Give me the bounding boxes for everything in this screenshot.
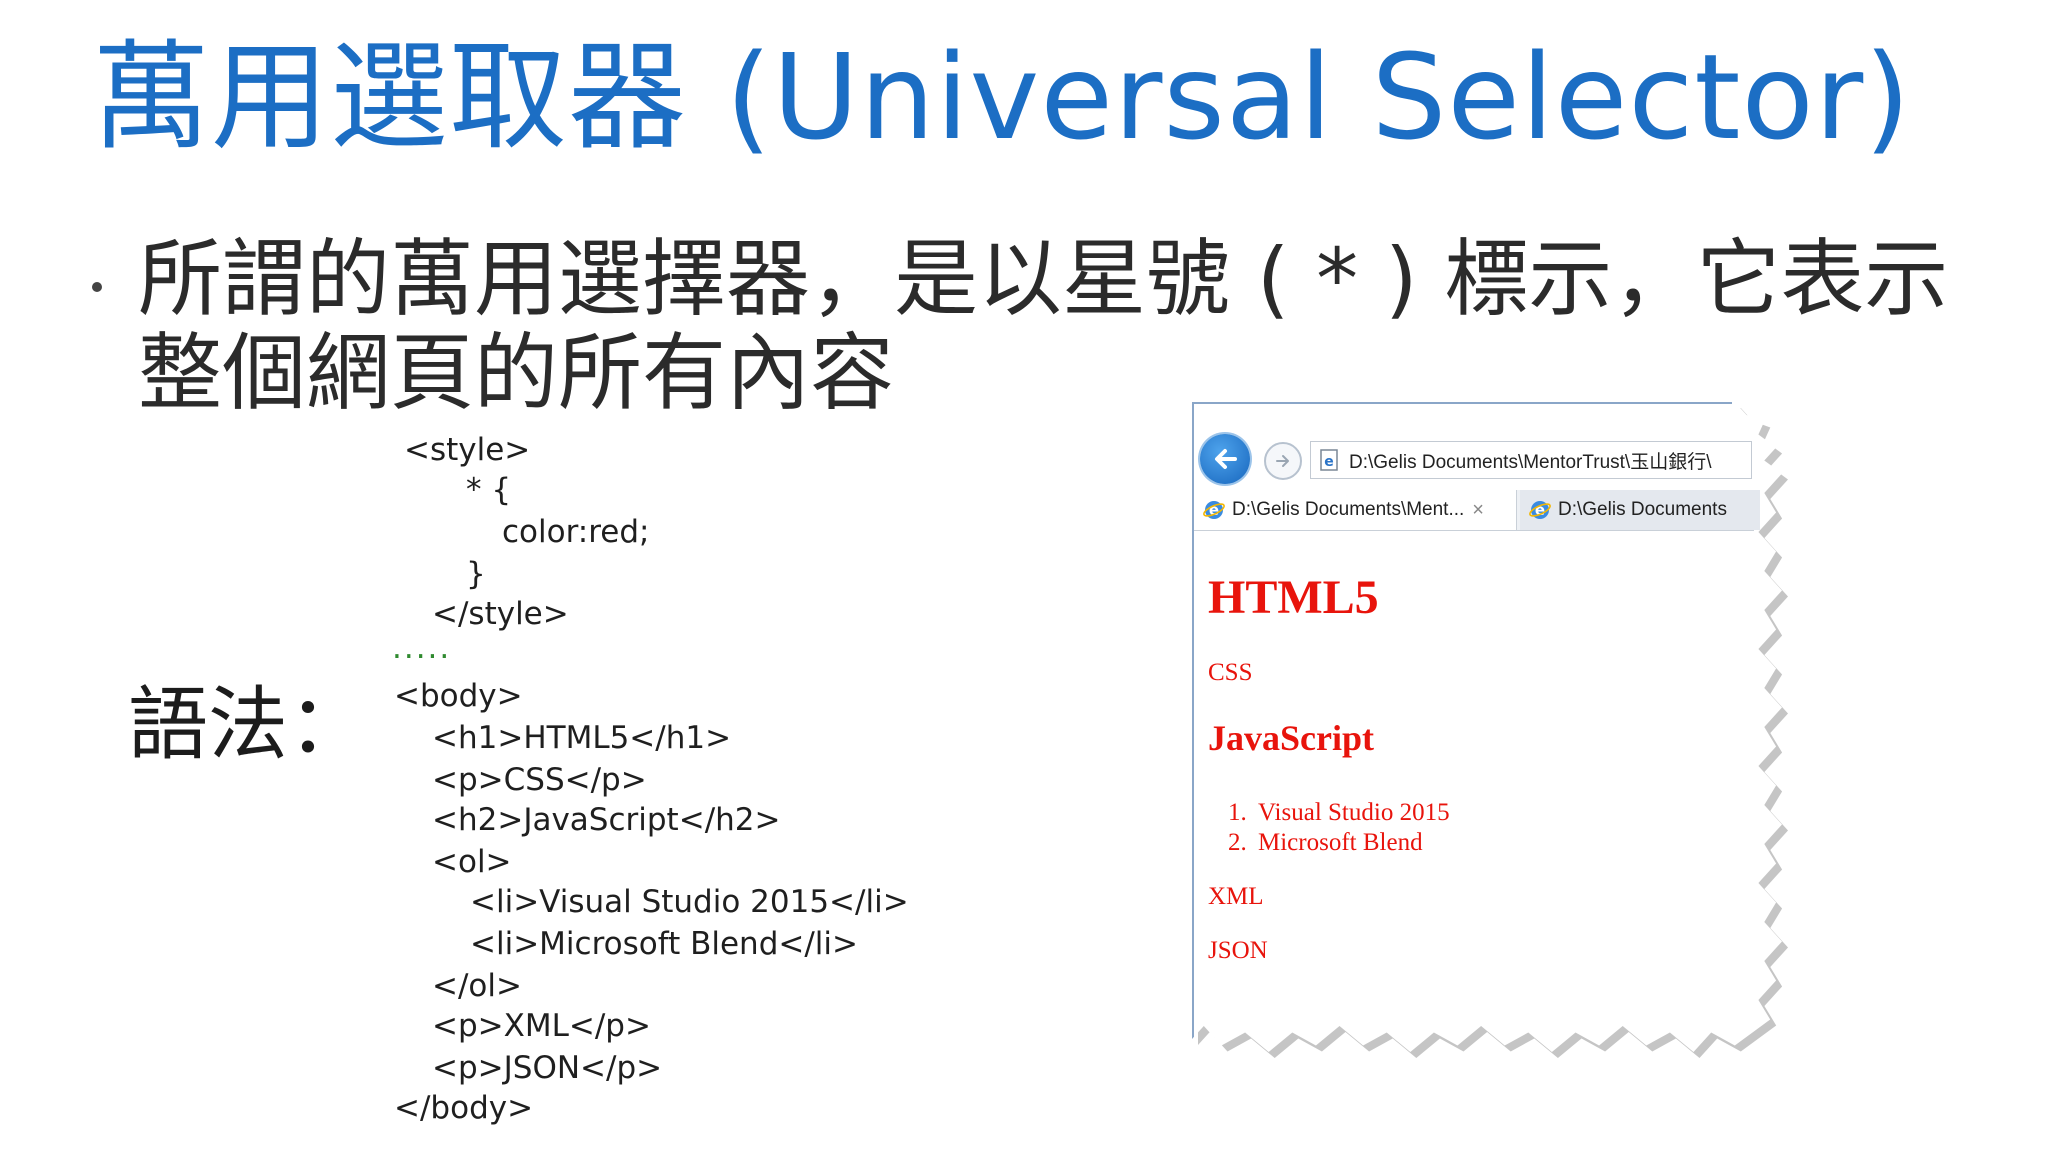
ie-icon: e [1529, 501, 1551, 519]
list-item: Microsoft Blend [1258, 829, 1423, 856]
code-line: <p>JSON</p> [432, 1050, 663, 1086]
code-line: </style> [432, 596, 569, 632]
code-line: <ol> [432, 844, 512, 880]
code-line: <li>Visual Studio 2015</li> [470, 884, 909, 920]
browser-window: e D:\Gelis Documents\MentorTrust\玉山銀行\ e… [1192, 402, 1782, 1052]
code-line: <body> [394, 678, 523, 714]
page-heading-h1: HTML5 [1208, 571, 1379, 624]
code-ellipsis: ..... [392, 630, 452, 666]
code-line: <style> [404, 432, 531, 468]
browser-nav-bar: e D:\Gelis Documents\MentorTrust\玉山銀行\ [1194, 432, 1754, 488]
code-line: } [466, 556, 486, 592]
code-line: * { [466, 472, 512, 508]
list-number: 2. [1228, 829, 1247, 856]
page-paragraph-css: CSS [1208, 659, 1253, 686]
syntax-label: 語法： [128, 678, 368, 771]
code-line: color:red; [502, 514, 650, 550]
svg-text:e: e [1324, 454, 1334, 470]
address-bar[interactable]: e D:\Gelis Documents\MentorTrust\玉山銀行\ [1310, 441, 1752, 479]
bullet-dot [92, 282, 102, 292]
tab-label: D:\Gelis Documents\Ment... [1232, 499, 1465, 520]
page-paragraph-xml: XML [1208, 883, 1264, 910]
page-heading-h2: JavaScript [1208, 718, 1374, 758]
code-line: <h1>HTML5</h1> [432, 720, 732, 756]
tab-active[interactable]: e D:\Gelis Documents\Ment... × [1194, 490, 1517, 530]
tab-inactive[interactable]: e D:\Gelis Documents [1520, 490, 1760, 530]
arrow-right-icon [1276, 455, 1289, 467]
code-line: <h2>JavaScript</h2> [432, 802, 781, 838]
list-item: Visual Studio 2015 [1258, 799, 1450, 826]
code-line: <p>XML</p> [432, 1008, 651, 1044]
slide-title: 萬用選取器 (Universal Selector) [92, 28, 1912, 166]
page-icon: e [1320, 449, 1338, 471]
list-number: 1. [1228, 799, 1247, 826]
back-button[interactable] [1200, 434, 1250, 484]
browser-screenshot: e D:\Gelis Documents\MentorTrust\玉山銀行\ e… [1192, 402, 1792, 1062]
address-text: D:\Gelis Documents\MentorTrust\玉山銀行\ [1349, 451, 1712, 473]
code-line: <p>CSS</p> [432, 762, 647, 798]
tab-label: D:\Gelis Documents [1558, 499, 1727, 520]
bullet-text: 所謂的萬用選擇器，是以星號 ( * ) 標示，它表示整個網頁的所有內容 [138, 230, 1949, 422]
code-line: </body> [394, 1090, 534, 1126]
code-line: <li>Microsoft Blend</li> [470, 926, 858, 962]
rendered-page: HTML5 CSS JavaScript 1. Visual Studio 20… [1194, 530, 1734, 1030]
browser-tab-bar: e D:\Gelis Documents\Ment... × e D:\Geli… [1194, 490, 1760, 531]
forward-button[interactable] [1264, 442, 1302, 480]
close-icon[interactable]: × [1472, 499, 1484, 522]
ie-icon: e [1203, 501, 1225, 519]
code-line: </ol> [432, 968, 522, 1004]
page-paragraph-json: JSON [1208, 937, 1268, 964]
window-border-top [1192, 402, 1732, 404]
arrow-left-icon [1215, 449, 1237, 469]
